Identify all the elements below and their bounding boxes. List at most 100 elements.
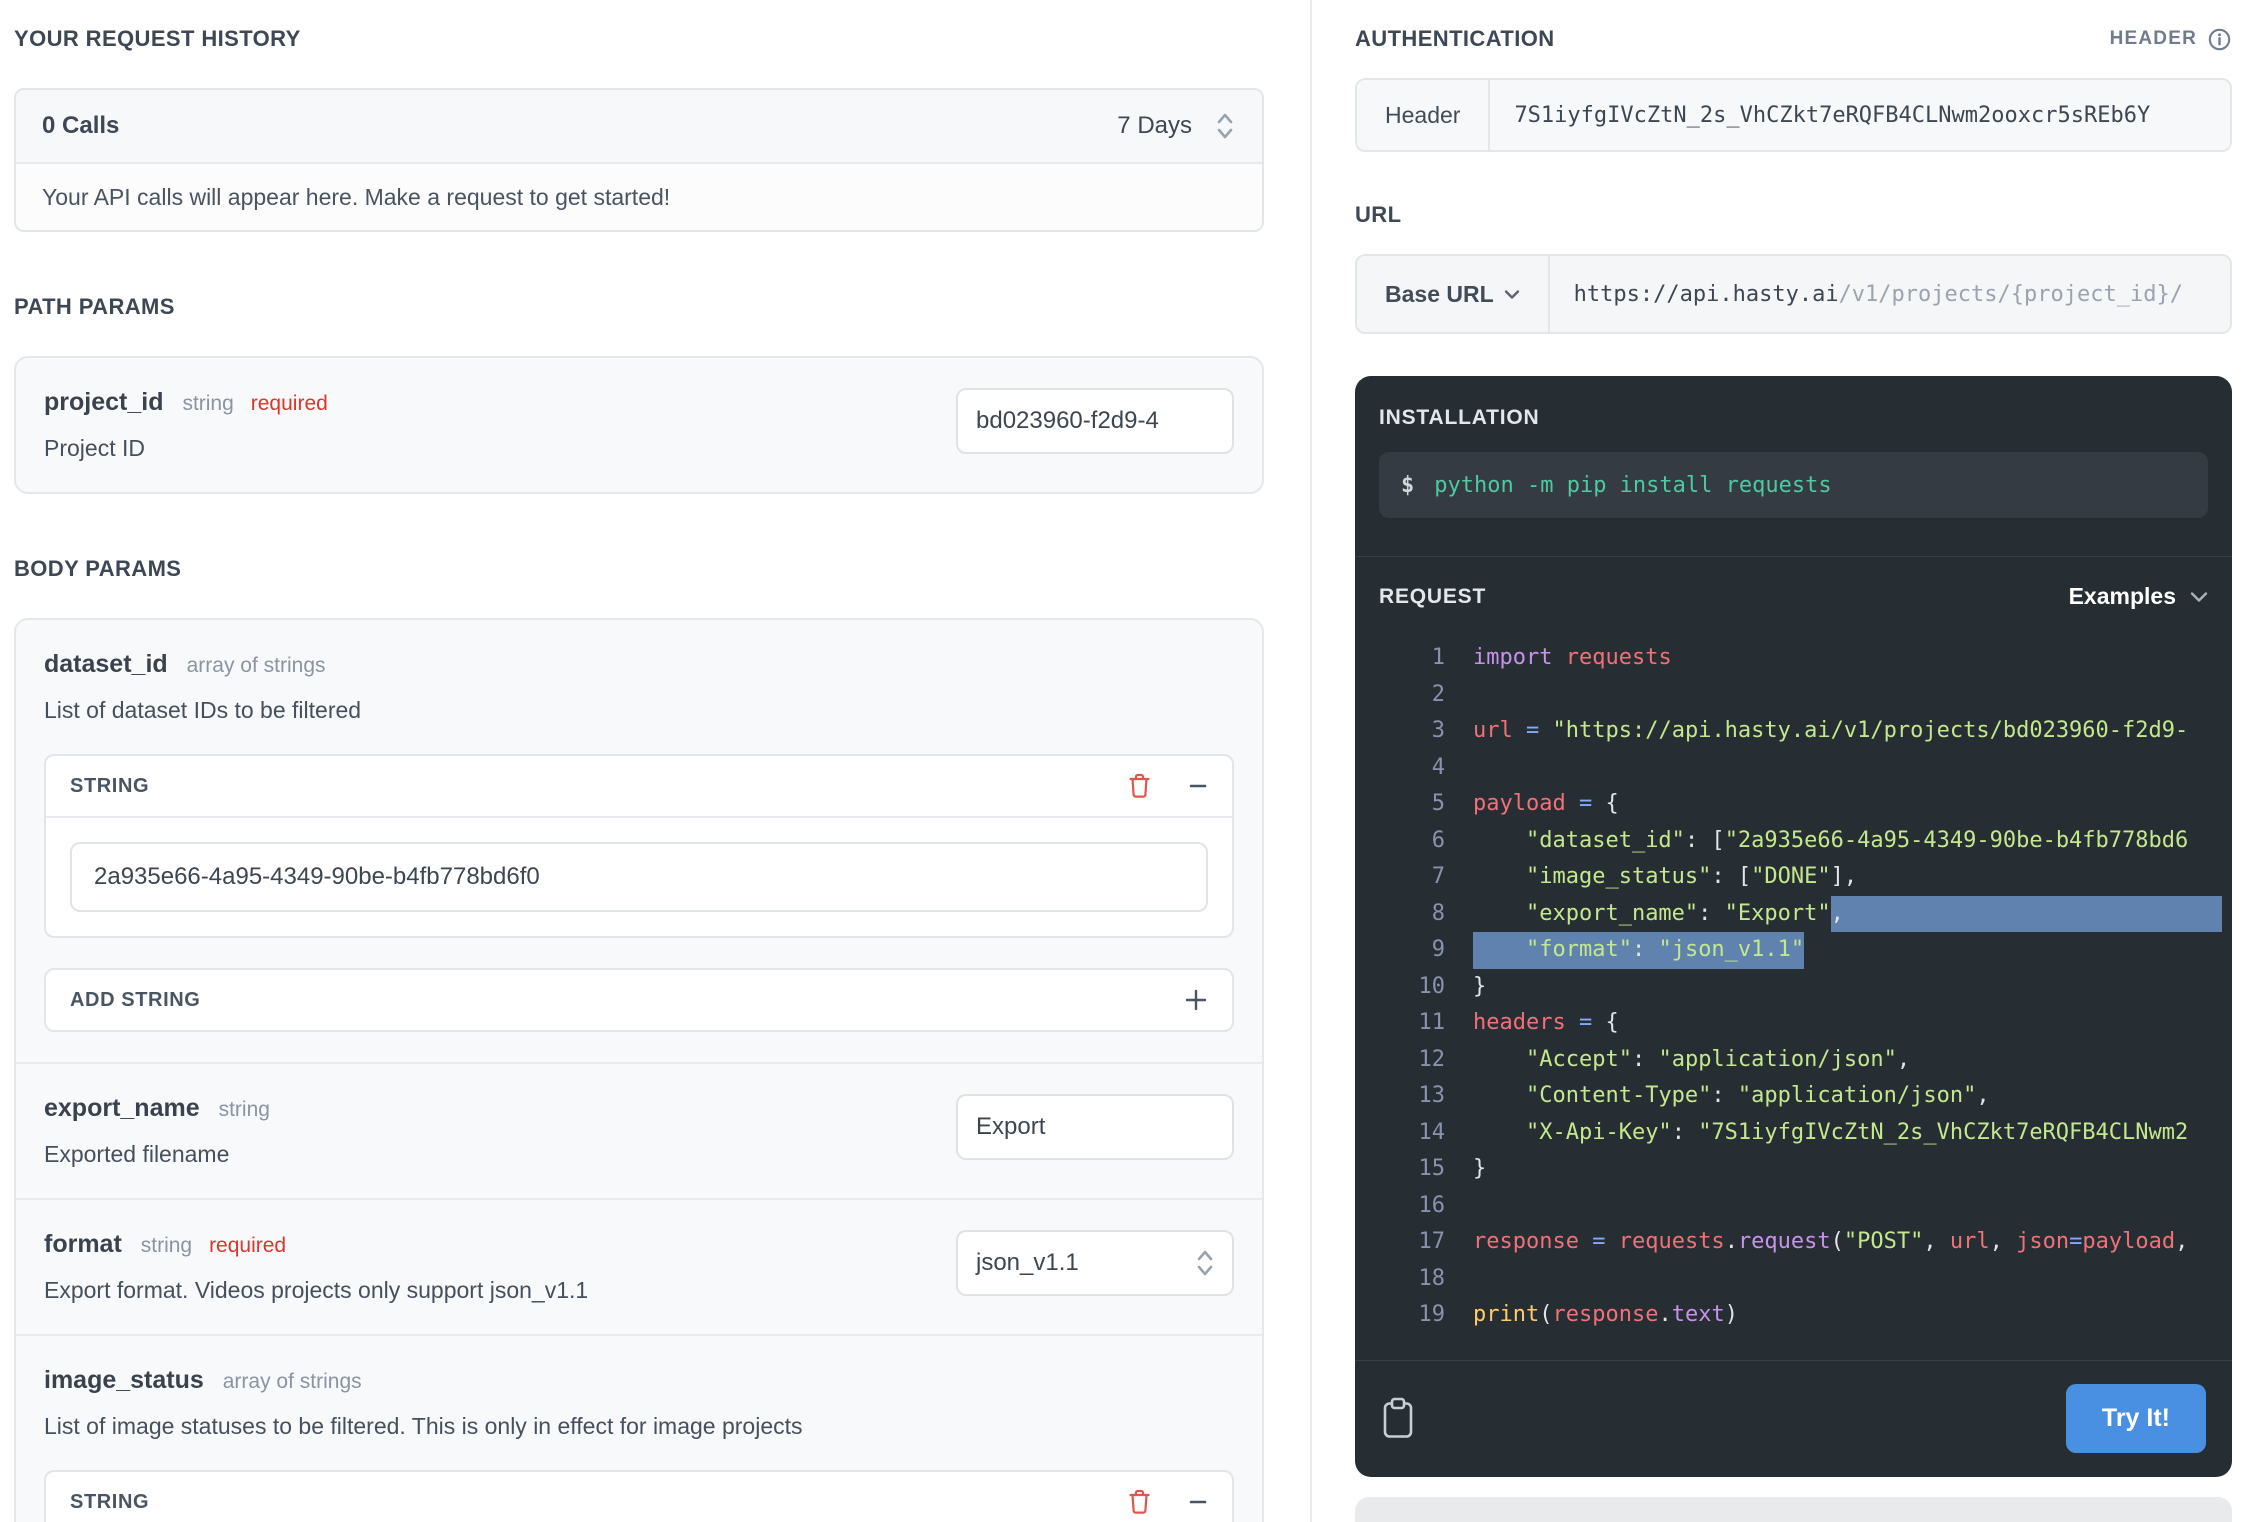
project-id-input[interactable] xyxy=(956,388,1234,454)
code-line: 13 "Content-Type": "application/json", xyxy=(1379,1078,2222,1115)
base-url-selector[interactable]: Base URL xyxy=(1357,256,1550,332)
code-line: 11headers = { xyxy=(1379,1005,2222,1042)
request-url-base: https://api.hasty.ai xyxy=(1574,282,1839,307)
info-icon xyxy=(2207,27,2232,52)
param-export-name: export_name string Exported filename xyxy=(16,1062,1262,1198)
panel-footer: Try It! xyxy=(1355,1361,2232,1477)
param-name: export_name xyxy=(44,1094,200,1122)
trash-icon[interactable] xyxy=(1127,772,1152,800)
examples-label: Examples xyxy=(2069,583,2176,610)
param-export-name-desc: Exported filename xyxy=(44,1141,270,1168)
code-line: 19print(response.text) xyxy=(1379,1297,2222,1334)
path-params-title: PATH PARAMS xyxy=(14,294,1264,320)
history-range-selector[interactable]: 7 Days xyxy=(1117,110,1236,142)
trash-icon[interactable] xyxy=(1127,1488,1152,1516)
param-dataset-id-desc: List of dataset IDs to be filtered xyxy=(44,697,1234,724)
path-params-box: project_id string required Project ID xyxy=(14,356,1264,494)
updown-chevrons-icon xyxy=(1214,110,1236,142)
auth-header-value[interactable]: 7S1iyfgIVcZtN_2s_VhCZkt7eRQFB4CLNwm2ooxc… xyxy=(1490,80,2230,150)
code-line: 12 "Accept": "application/json", xyxy=(1379,1042,2222,1079)
param-project-id-info: project_id string required Project ID xyxy=(44,388,328,462)
examples-dropdown[interactable]: Examples xyxy=(2069,583,2208,610)
code-line: 6 "dataset_id": ["2a935e66-4a95-4349-90b… xyxy=(1379,823,2222,860)
request-history-title: YOUR REQUEST HISTORY xyxy=(14,26,1264,52)
param-image-status-desc: List of image statuses to be filtered. T… xyxy=(44,1413,1234,1440)
param-format-info: format string required Export format. Vi… xyxy=(44,1230,588,1304)
request-history-empty-text: Your API calls will appear here. Make a … xyxy=(16,164,1262,230)
clipboard-copy-icon[interactable] xyxy=(1381,1396,1415,1441)
code-line: 8 "export_name": "Export", xyxy=(1379,896,2222,933)
param-image-status: image_status array of strings List of im… xyxy=(16,1334,1262,1522)
code-line: 16 xyxy=(1379,1188,2222,1225)
param-name: image_status xyxy=(44,1366,204,1394)
param-format-title: format string required xyxy=(44,1230,588,1259)
api-reference-page: YOUR REQUEST HISTORY 0 Calls 7 Days Your… xyxy=(0,0,2248,1522)
body-params-title: BODY PARAMS xyxy=(14,556,1264,582)
dataset-id-string-input[interactable] xyxy=(70,842,1208,912)
format-select-value: json_v1.1 xyxy=(976,1249,1079,1277)
request-title: REQUEST xyxy=(1379,585,1486,609)
code-line: 14 "X-Api-Key": "7S1iyfgIVcZtN_2s_VhCZkt… xyxy=(1379,1115,2222,1152)
add-string-button[interactable]: ADD STRING xyxy=(44,968,1234,1032)
param-required-flag: required xyxy=(251,392,328,415)
export-name-input[interactable] xyxy=(956,1094,1234,1160)
auth-header-badge[interactable]: HEADER xyxy=(2110,27,2232,52)
try-it-button[interactable]: Try It! xyxy=(2066,1384,2206,1453)
param-project-id-desc: Project ID xyxy=(44,435,328,462)
param-project-id: project_id string required Project ID xyxy=(16,358,1262,492)
url-field: Base URL https://api.hasty.ai/v1/project… xyxy=(1355,254,2232,334)
dataset-id-string-card: STRING xyxy=(44,754,1234,938)
auth-header-label: Header xyxy=(1357,80,1490,150)
image-status-string-card: STRING DONE xyxy=(44,1470,1234,1522)
plus-icon xyxy=(1184,988,1208,1012)
code-line: 18 xyxy=(1379,1261,2222,1298)
try-it-column: AUTHENTICATION HEADER Header 7S1iyfgIVcZ… xyxy=(1312,0,2248,1522)
url-title: URL xyxy=(1355,202,2232,228)
param-image-status-title: image_status array of strings xyxy=(44,1366,1234,1395)
request-form-column: YOUR REQUEST HISTORY 0 Calls 7 Days Your… xyxy=(0,0,1312,1522)
authentication-title: AUTHENTICATION xyxy=(1355,26,1555,52)
collapse-minus-icon[interactable] xyxy=(1188,776,1208,796)
chevron-down-icon xyxy=(2190,591,2208,603)
installation-title: INSTALLATION xyxy=(1379,406,2208,430)
param-type: array of strings xyxy=(223,1370,362,1393)
collapse-minus-icon[interactable] xyxy=(1188,1492,1208,1512)
param-required-flag: required xyxy=(209,1234,286,1257)
param-type: array of strings xyxy=(187,654,326,677)
param-format-desc: Export format. Videos projects only supp… xyxy=(44,1277,588,1304)
code-line: 1import requests xyxy=(1379,640,2222,677)
shell-prompt: $ xyxy=(1401,473,1414,498)
add-string-label: ADD STRING xyxy=(70,989,200,1012)
auth-badge-label: HEADER xyxy=(2110,28,2197,50)
request-url-value: https://api.hasty.ai/v1/projects/{projec… xyxy=(1550,256,2230,332)
response-section-collapsed xyxy=(1355,1497,2232,1522)
format-select[interactable]: json_v1.1 xyxy=(956,1230,1234,1296)
code-lines: 1import requests23url = "https://api.has… xyxy=(1379,640,2222,1334)
code-line: 10} xyxy=(1379,969,2222,1006)
code-editor[interactable]: 1import requests23url = "https://api.has… xyxy=(1355,640,2232,1334)
param-name: format xyxy=(44,1230,122,1258)
install-command: python -m pip install requests xyxy=(1434,473,1831,498)
code-line: 5payload = { xyxy=(1379,786,2222,823)
string-card-actions xyxy=(1127,1488,1208,1516)
param-dataset-id: dataset_id array of strings List of data… xyxy=(16,620,1262,1062)
param-type: string xyxy=(182,392,233,415)
code-line: 2 xyxy=(1379,677,2222,714)
request-header-row: REQUEST Examples xyxy=(1355,557,2232,610)
string-card-body xyxy=(46,818,1232,936)
calls-count: 0 Calls xyxy=(42,112,119,140)
updown-chevrons-icon xyxy=(1194,1247,1216,1279)
param-name: dataset_id xyxy=(44,650,168,678)
code-line: 7 "image_status": ["DONE"], xyxy=(1379,859,2222,896)
chevron-down-icon xyxy=(1504,289,1520,300)
body-params-box: dataset_id array of strings List of data… xyxy=(14,618,1264,1522)
string-card-title: STRING xyxy=(70,1491,149,1514)
base-url-label: Base URL xyxy=(1385,281,1494,308)
code-line: 15} xyxy=(1379,1151,2222,1188)
code-line: 17response = requests.request("POST", ur… xyxy=(1379,1224,2222,1261)
code-line: 9 "format": "json_v1.1" xyxy=(1379,932,2222,969)
string-card-header: STRING xyxy=(46,756,1232,818)
history-range-value: 7 Days xyxy=(1117,112,1192,140)
param-type: string xyxy=(141,1234,192,1257)
install-command-box[interactable]: $ python -m pip install requests xyxy=(1379,452,2208,518)
